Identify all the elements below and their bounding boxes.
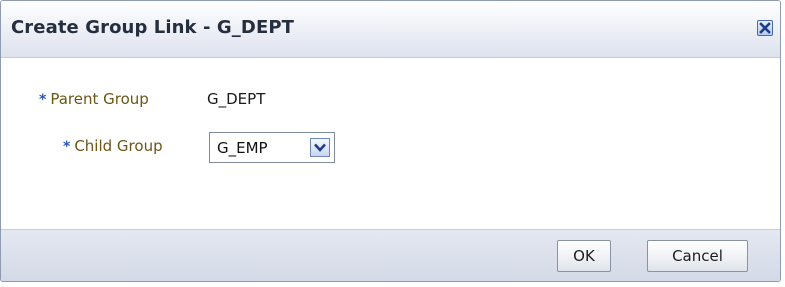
child-group-selected-value: G_EMP xyxy=(217,139,268,157)
ok-button[interactable]: OK xyxy=(557,240,611,272)
parent-group-label: Parent Group xyxy=(50,90,149,108)
parent-group-label-row: * Parent Group xyxy=(39,90,149,108)
dialog-footer: OK Cancel xyxy=(1,229,780,281)
cancel-button[interactable]: Cancel xyxy=(647,240,748,272)
child-group-select[interactable]: G_EMP xyxy=(209,132,335,163)
required-marker: * xyxy=(39,92,47,108)
parent-group-value: G_DEPT xyxy=(207,90,266,108)
dialog-title: Create Group Link - G_DEPT xyxy=(11,17,295,38)
create-group-link-dialog: Create Group Link - G_DEPT * Parent Group… xyxy=(0,0,781,282)
required-marker: * xyxy=(63,139,71,155)
dialog-titlebar: Create Group Link - G_DEPT xyxy=(1,1,780,58)
chevron-down-icon[interactable] xyxy=(310,138,330,157)
close-icon[interactable] xyxy=(757,20,773,36)
child-group-label: Child Group xyxy=(74,137,163,155)
child-group-label-row: * Child Group xyxy=(63,137,163,155)
